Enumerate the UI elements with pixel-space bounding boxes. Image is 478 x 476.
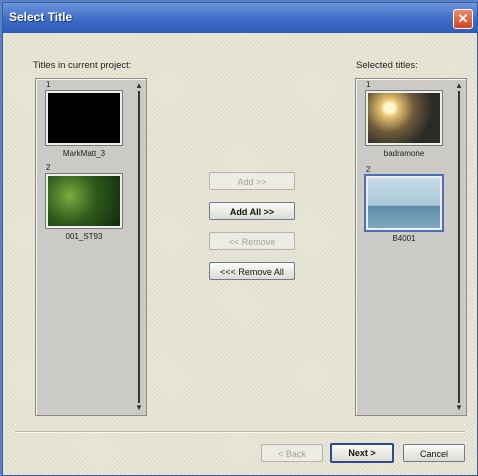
title-caption: badramone <box>383 149 425 158</box>
scroll-down-icon[interactable]: ▼ <box>454 403 464 413</box>
title-caption: 001_ST93 <box>65 232 103 241</box>
title-bar[interactable]: Select Title ✕ <box>3 3 477 33</box>
close-button[interactable]: ✕ <box>453 9 473 29</box>
left-panel-label: Titles in current project: <box>33 60 132 71</box>
scroll-up-icon[interactable]: ▲ <box>454 81 464 91</box>
title-thumbnail[interactable] <box>46 174 122 228</box>
select-title-dialog: Select Title ✕ Titles in current project… <box>2 2 478 476</box>
list-item[interactable]: 2 001_ST93 <box>46 163 122 241</box>
item-number: 2 <box>366 165 371 174</box>
list-item-selected[interactable]: 2 B4001 <box>366 165 442 243</box>
list-item[interactable]: 1 MarkMatt_3 <box>46 80 122 158</box>
title-caption: MarkMatt_3 <box>62 149 106 158</box>
cancel-button[interactable]: Cancel <box>403 444 465 462</box>
right-panel-label: Selected titles: <box>356 60 418 71</box>
window-title: Select Title <box>9 10 73 24</box>
list-item[interactable]: 1 badramone <box>366 80 442 158</box>
selected-titles-list[interactable]: 1 badramone 2 B4001 ▲ ▼ <box>355 78 467 416</box>
remove-button[interactable]: << Remove <box>209 232 295 250</box>
footer-divider <box>15 431 465 433</box>
back-button[interactable]: < Back <box>261 444 323 462</box>
scroll-up-icon[interactable]: ▲ <box>134 81 144 91</box>
title-thumbnail[interactable] <box>366 91 442 145</box>
item-number: 2 <box>46 163 51 172</box>
titles-in-project-list[interactable]: 1 MarkMatt_3 2 001_ST93 ▲ ▼ <box>35 78 147 416</box>
title-thumbnail[interactable] <box>46 91 122 145</box>
left-scrollbar[interactable]: ▲ ▼ <box>134 79 144 415</box>
scroll-down-icon[interactable]: ▼ <box>134 403 144 413</box>
remove-all-button[interactable]: <<< Remove All <box>209 262 295 280</box>
right-scrollbar[interactable]: ▲ ▼ <box>454 79 464 415</box>
item-number: 1 <box>366 80 371 89</box>
add-all-button[interactable]: Add All >> <box>209 202 295 220</box>
scroll-track[interactable] <box>138 91 140 403</box>
next-button[interactable]: Next > <box>330 443 394 463</box>
title-thumbnail[interactable] <box>366 176 442 230</box>
add-button[interactable]: Add >> <box>209 172 295 190</box>
item-number: 1 <box>46 80 51 89</box>
scroll-track[interactable] <box>458 91 460 403</box>
title-caption: B4001 <box>392 234 416 243</box>
